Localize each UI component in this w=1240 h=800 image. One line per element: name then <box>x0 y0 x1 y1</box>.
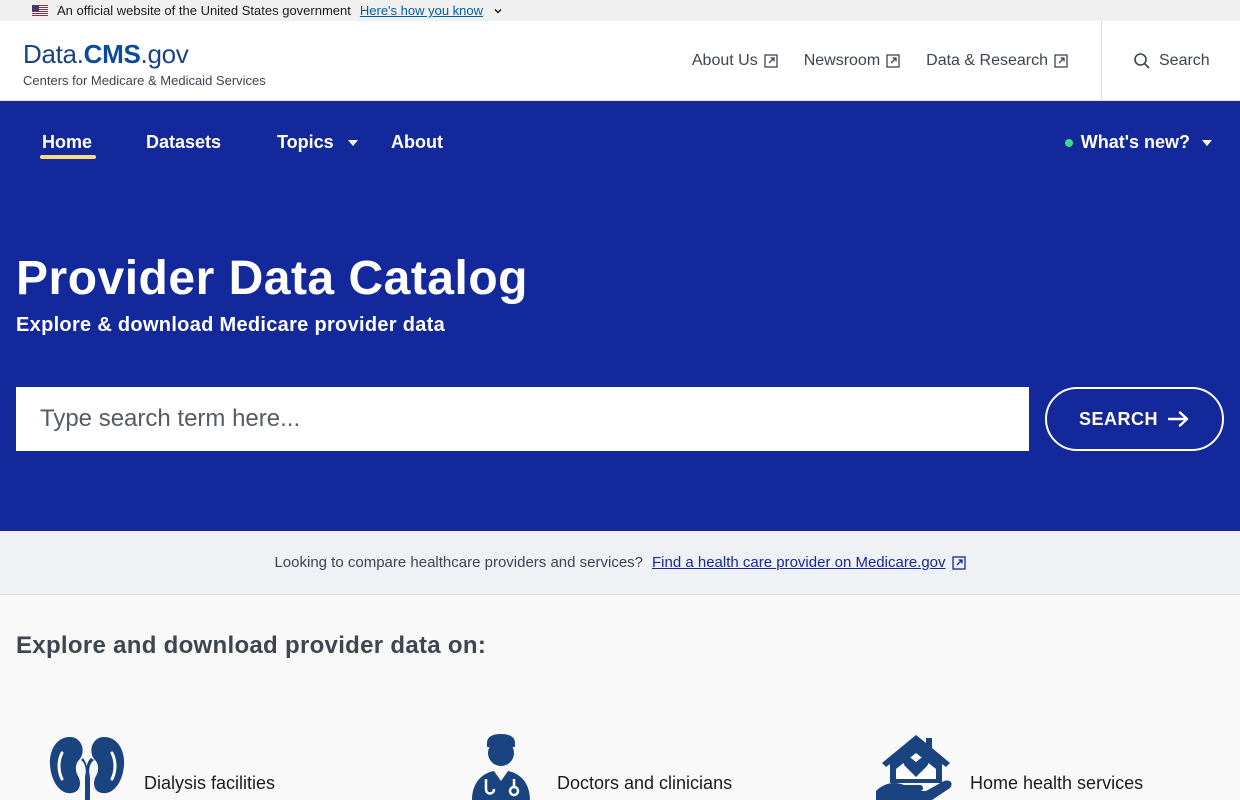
site-header: Data.CMS.gov Centers for Medicare & Medi… <box>0 21 1240 101</box>
new-indicator-dot-icon <box>1064 138 1073 147</box>
external-link-icon <box>764 54 778 68</box>
logo-subtitle: Centers for Medicare & Medicaid Services <box>23 73 266 88</box>
util-nav-label: Data & Research <box>926 52 1048 69</box>
util-nav-data-research[interactable]: Data & Research <box>926 52 1068 70</box>
gov-banner: An official website of the United States… <box>0 0 1240 21</box>
util-nav-newsroom[interactable]: Newsroom <box>804 52 900 70</box>
compare-text: Looking to compare healthcare providers … <box>274 554 644 571</box>
category-doctors-clinicians[interactable]: Doctors and clinicians <box>468 733 732 800</box>
nav-home[interactable]: Home <box>42 132 92 153</box>
search-input[interactable] <box>16 387 1029 451</box>
find-provider-link-label: Find a health care provider on Medicare.… <box>652 554 946 571</box>
category-home-health-services[interactable]: Home health services <box>876 733 1143 800</box>
search-submit-button[interactable]: SEARCH <box>1045 387 1224 451</box>
utility-nav: About Us Newsroom Data & Research <box>692 21 1068 101</box>
explore-heading: Explore and download provider data on: <box>16 632 487 659</box>
compare-banner: Looking to compare healthcare providers … <box>0 531 1240 595</box>
logo-gov-text: .gov <box>140 39 189 69</box>
nav-topics[interactable]: Topics <box>277 132 358 153</box>
caret-down-icon <box>347 139 358 146</box>
chevron-down-icon[interactable] <box>493 6 503 16</box>
util-nav-label: About Us <box>691 52 758 69</box>
external-link-icon <box>1054 54 1068 68</box>
category-dialysis-facilities[interactable]: Dialysis facilities <box>48 733 275 800</box>
util-nav-about-us[interactable]: About Us <box>692 52 778 70</box>
caret-down-icon <box>1202 139 1212 146</box>
external-link-icon <box>886 54 900 68</box>
doctor-icon <box>472 734 530 800</box>
category-label: Home health services <box>970 773 1144 793</box>
nav-whats-new[interactable]: What's new? <box>1064 132 1212 153</box>
page-title: Provider Data Catalog <box>16 252 528 305</box>
arrow-right-icon <box>1168 411 1189 427</box>
active-nav-indicator <box>40 155 96 159</box>
gov-banner-text: An official website of the United States… <box>57 3 351 18</box>
category-label: Dialysis facilities <box>144 773 276 793</box>
external-link-icon <box>951 555 966 570</box>
hero-section: Provider Data Catalog Explore & download… <box>0 181 1240 531</box>
nav-topics-label: Topics <box>277 132 334 152</box>
category-label: Doctors and clinicians <box>557 773 733 793</box>
search-icon <box>1134 53 1150 69</box>
logo-data-text: Data. <box>23 39 84 69</box>
logo-cms-text: CMS <box>83 39 141 69</box>
nav-whats-new-label: What's new? <box>1080 132 1190 152</box>
main-nav: Home Datasets Topics About What's new? <box>0 101 1240 181</box>
us-flag-icon <box>32 5 48 16</box>
home-health-icon <box>876 735 952 800</box>
cms-logo[interactable]: Data.CMS.gov Centers for Medicare & Medi… <box>23 41 266 88</box>
page-subtitle: Explore & download Medicare provider dat… <box>16 314 446 336</box>
find-provider-link[interactable]: Find a health care provider on Medicare.… <box>652 554 966 571</box>
util-nav-label: Newsroom <box>803 52 881 69</box>
nav-datasets[interactable]: Datasets <box>146 132 221 153</box>
header-search-button[interactable]: Search <box>1101 21 1240 101</box>
nav-about[interactable]: About <box>391 132 443 153</box>
kidneys-icon <box>49 737 125 800</box>
header-search-label: Search <box>1159 52 1210 69</box>
how-you-know-link[interactable]: Here's how you know <box>360 3 483 18</box>
search-button-label: SEARCH <box>1078 408 1158 429</box>
